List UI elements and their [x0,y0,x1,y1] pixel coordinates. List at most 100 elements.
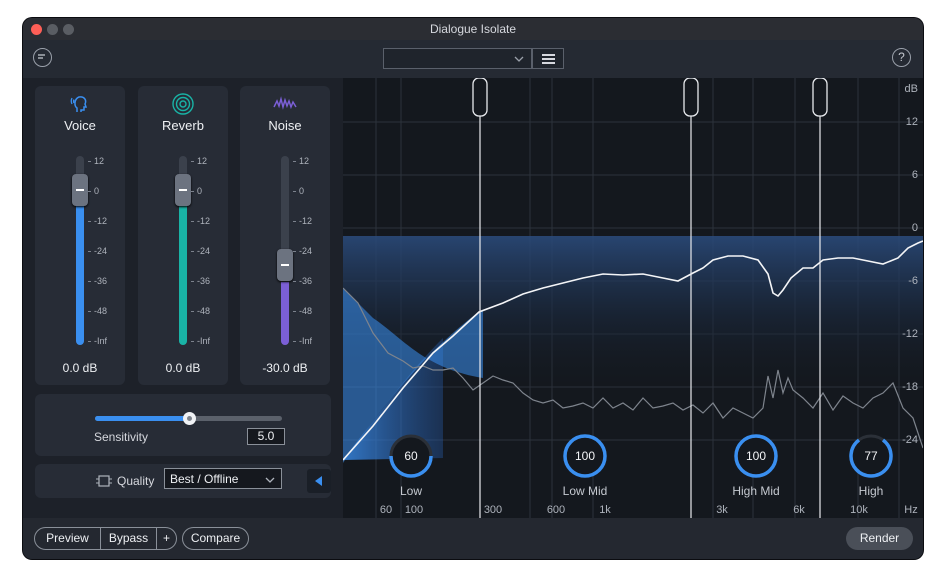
add-button[interactable]: + [156,528,176,549]
voice-value: 0.0 dB [62,361,98,375]
noise-card: Noise 12 0 -12 -24 -36 -48 -Inf -30.0 dB [240,86,330,385]
db-label: -24 [902,434,918,446]
scale-label: 12 [299,156,310,166]
minimize-window-button[interactable] [47,24,58,35]
title-bar: Dialogue Isolate [23,18,923,40]
band-knob-low[interactable]: 60 Low [389,434,433,498]
noise-value: -30.0 dB [262,361,308,375]
spectrum-display: dB 12 6 0 -6 -12 -18 -24 60 100 300 600 … [343,78,923,518]
scale-label: -36 [197,276,211,286]
help-icon[interactable]: ? [892,48,911,67]
scale-label: -12 [94,216,108,226]
spectrum-graph[interactable]: dB 12 6 0 -6 -12 -18 -24 60 100 300 600 … [343,78,923,518]
scale-label: -48 [197,306,211,316]
reverb-fader-track[interactable] [175,156,191,345]
noise-meter-scale: 12 0 -12 -24 -36 -48 -Inf [293,156,323,346]
triangle-left-icon [315,476,322,486]
band-value: 100 [746,449,766,463]
reverb-icon [172,93,194,115]
freq-label: 1k [599,504,611,516]
toolbar: ? [23,40,923,78]
freq-label: 600 [547,504,565,516]
reverb-level-fill [179,188,187,345]
crossover-handle-3[interactable] [812,78,828,117]
quality-select[interactable]: Best / Offline [164,468,282,489]
band-value: 77 [864,449,878,463]
db-label: 0 [912,222,918,234]
freq-label: 3k [716,504,728,516]
noise-fader-track[interactable] [277,156,293,345]
reverb-meter-scale: 12 0 -12 -24 -36 -48 -Inf [191,156,221,346]
bottom-bar: Preview Bypass + Compare Render [23,518,923,559]
chevron-down-icon [514,56,524,62]
band-knob-high-mid[interactable]: 100 High Mid [732,434,780,498]
scale-label: -24 [299,246,313,256]
freq-label: 300 [484,504,502,516]
quality-selected: Best / Offline [170,472,239,486]
chevron-down-icon [265,477,275,483]
scale-label: -36 [94,276,108,286]
freq-label: 6k [793,504,805,516]
freq-label: 100 [405,504,423,516]
scale-label: 12 [197,156,208,166]
freq-label: Hz [904,504,917,516]
compare-button[interactable]: Compare [182,527,249,550]
reverb-fader-handle[interactable] [175,174,191,206]
scale-label: -Inf [197,336,211,346]
scale-label: -36 [299,276,313,286]
band-name: Low Mid [563,484,608,498]
voice-fader-track[interactable] [72,156,88,345]
db-label: 12 [906,116,918,128]
freq-label: 60 [380,504,392,516]
preview-bypass-group: Preview Bypass + [34,527,177,550]
chat-icon[interactable] [33,48,52,67]
voice-fader-handle[interactable] [72,174,88,206]
scale-label: -48 [299,306,313,316]
close-window-button[interactable] [31,24,42,35]
band-value: 100 [575,449,595,463]
band-name: Low [400,484,422,498]
sensitivity-panel: Sensitivity 5.0 [35,394,331,456]
crossover-handle-2[interactable] [683,78,699,117]
db-label: -6 [908,275,918,287]
band-knob-high[interactable]: 77 High [849,434,893,498]
crossover-handle-1[interactable] [472,78,488,117]
voice-meter-scale: 12 0 -12 -24 -36 -48 -Inf [88,156,118,346]
db-label: -12 [902,328,918,340]
db-label: 6 [912,169,918,181]
scale-label: -12 [299,216,313,226]
sensitivity-slider[interactable] [95,412,282,425]
db-unit-label: dB [905,83,918,95]
preset-menu-button[interactable] [532,48,564,69]
bypass-button[interactable]: Bypass [100,528,156,549]
collapse-panel-button[interactable] [307,469,331,493]
sensitivity-knob[interactable] [183,412,196,425]
hamburger-icon [542,54,555,56]
render-button[interactable]: Render [846,527,913,550]
band-name: High Mid [732,484,779,498]
scale-label: 0 [197,186,203,196]
band-value: 60 [404,449,418,463]
scale-label: -24 [197,246,211,256]
noise-fader-handle[interactable] [277,249,293,281]
band-knob-low-mid[interactable]: 100 Low Mid [563,434,608,498]
sensitivity-value-field[interactable]: 5.0 [247,428,285,445]
voice-level-fill [76,188,84,345]
reverb-label: Reverb [162,118,204,133]
band-name: High [859,484,884,498]
freq-label: 10k [850,504,868,516]
voice-icon [70,96,88,112]
voice-label: Voice [64,118,96,133]
scale-label: -24 [94,246,108,256]
noise-label: Noise [268,118,302,133]
preview-button[interactable]: Preview [35,528,100,549]
scale-label: 12 [94,156,105,166]
window-title: Dialogue Isolate [429,22,517,36]
scale-label: -Inf [299,336,313,346]
db-label: -18 [902,381,918,393]
preset-dropdown[interactable] [383,48,532,69]
scale-label: -Inf [94,336,108,346]
scale-label: 0 [299,186,305,196]
zoom-window-button[interactable] [63,24,74,35]
scale-label: -48 [94,306,108,316]
